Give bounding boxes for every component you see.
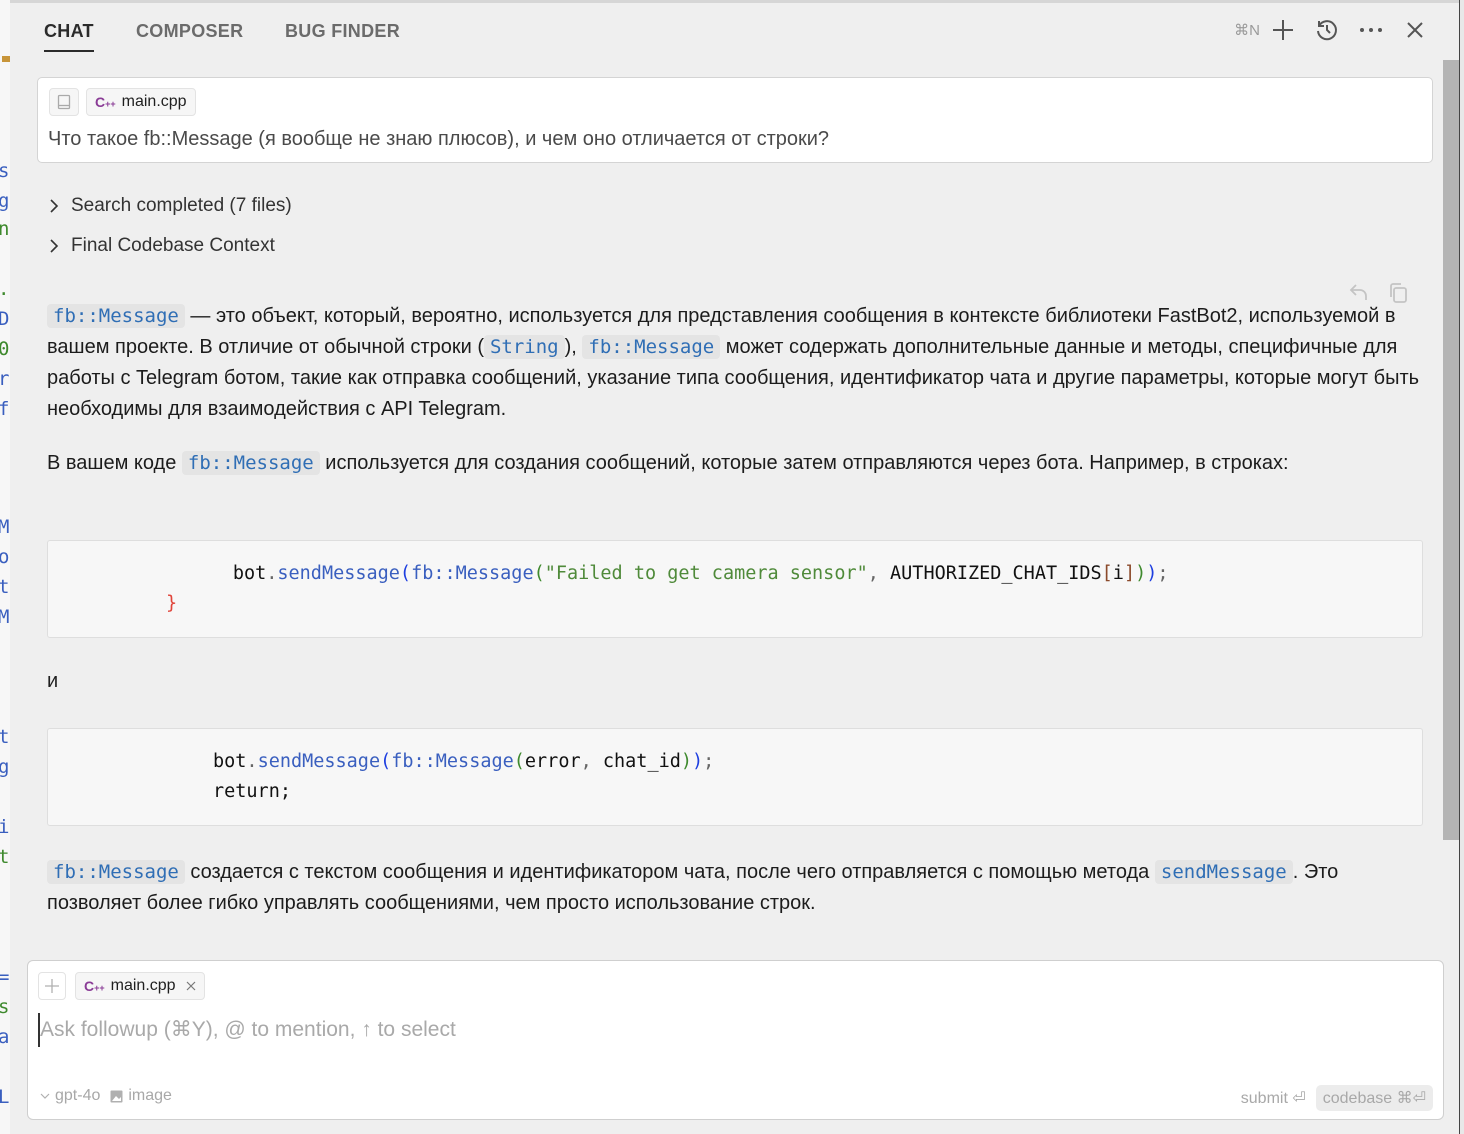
- inline-code: fb::Message: [47, 860, 185, 884]
- answer-text: ),: [564, 336, 583, 358]
- chat-scrollbar[interactable]: [1443, 60, 1459, 840]
- code-line: return;: [213, 781, 291, 802]
- final-codebase-context-label: Final Codebase Context: [71, 235, 275, 256]
- answer-text: создается с текстом сообщения и идентифи…: [184, 861, 1155, 883]
- plus-icon: [45, 979, 59, 993]
- close-icon[interactable]: [1402, 17, 1428, 43]
- code-line: bot.sendMessage(fb::Message("Failed to g…: [232, 563, 1169, 584]
- tab-bug-finder[interactable]: BUG FINDER: [285, 21, 400, 50]
- answer-paragraph-1: fb::Message — это объект, который, вероя…: [47, 301, 1427, 425]
- code-line: }: [166, 593, 178, 614]
- followup-composer: C++ main.cpp gpt-4o image submit ⏎ codeb…: [27, 960, 1444, 1120]
- chevron-down-icon: [40, 1093, 50, 1099]
- followup-input[interactable]: [38, 1013, 1432, 1047]
- panel-header: CHAT COMPOSER BUG FINDER ⌘N: [10, 3, 1454, 59]
- inline-code: String: [483, 335, 565, 359]
- remove-chip-icon[interactable]: [186, 981, 196, 991]
- code-block-2[interactable]: bot.sendMessage(fb::Message(error, chat_…: [47, 728, 1423, 826]
- inline-code: fb::Message: [181, 451, 320, 475]
- inline-code: fb::Message: [582, 335, 721, 359]
- editor-pane-edge: s g n . D 0 r f M o t M t g i t = s a L: [0, 0, 10, 1134]
- undo-icon[interactable]: [1348, 282, 1370, 302]
- code-block-1[interactable]: bot.sendMessage(fb::Message("Failed to g…: [47, 540, 1423, 638]
- inline-code: fb::Message: [47, 304, 185, 328]
- context-file-chip[interactable]: C++ main.cpp: [86, 88, 196, 116]
- answer-paragraph-2: В вашем коде fb::Message используется дл…: [47, 448, 1427, 479]
- inline-code: sendMessage: [1154, 860, 1293, 884]
- final-codebase-context-toggle[interactable]: Final Codebase Context: [47, 235, 275, 257]
- new-chat-shortcut: ⌘N: [1234, 22, 1260, 39]
- composer-context-chip[interactable]: C++ main.cpp: [75, 972, 205, 1000]
- image-icon: [110, 1090, 123, 1102]
- answer-text: В вашем коде: [47, 452, 182, 474]
- code-line: bot.sendMessage(fb::Message(error, chat_…: [213, 751, 715, 772]
- image-label: image: [128, 1087, 172, 1104]
- search-completed-toggle[interactable]: Search completed (7 files): [47, 195, 292, 217]
- context-toggle-button[interactable]: [49, 88, 79, 116]
- user-question-card[interactable]: C++ main.cpp Что такое fb::Message (я во…: [37, 77, 1433, 163]
- tab-chat[interactable]: CHAT: [44, 21, 94, 52]
- header-actions: ⌘N: [1234, 17, 1428, 43]
- history-icon[interactable]: [1314, 17, 1340, 43]
- conjunction-text: и: [47, 670, 59, 692]
- question-text: Что такое fb::Message (я вообще не знаю …: [48, 128, 830, 150]
- search-completed-label: Search completed (7 files): [71, 195, 292, 216]
- chevron-right-icon: [50, 199, 59, 213]
- cpp-file-icon: C++: [95, 94, 116, 110]
- cpp-file-icon: C++: [84, 978, 105, 994]
- chevron-right-icon: [50, 239, 59, 253]
- context-file-name: main.cpp: [121, 93, 187, 110]
- answer-text: используется для создания сообщений, кот…: [319, 452, 1289, 474]
- add-context-button[interactable]: [38, 972, 66, 1000]
- codebase-submit-button[interactable]: codebase ⌘⏎: [1315, 1085, 1433, 1111]
- tab-composer[interactable]: COMPOSER: [136, 21, 243, 50]
- more-icon[interactable]: [1358, 17, 1384, 43]
- submit-button[interactable]: submit ⏎: [1241, 1088, 1306, 1108]
- window-right-edge: [1459, 0, 1464, 1134]
- plus-icon[interactable]: [1270, 17, 1296, 43]
- model-name: gpt-4o: [55, 1087, 101, 1104]
- composer-footer-left: gpt-4o image: [40, 1087, 172, 1105]
- image-attach-button[interactable]: image: [110, 1087, 172, 1105]
- book-icon: [57, 94, 71, 110]
- composer-footer-right: submit ⏎ codebase ⌘⏎: [1241, 1085, 1433, 1111]
- answer-paragraph-3: fb::Message создается с текстом сообщени…: [47, 857, 1427, 919]
- composer-context-file: main.cpp: [110, 977, 176, 994]
- model-selector[interactable]: gpt-4o: [40, 1087, 100, 1105]
